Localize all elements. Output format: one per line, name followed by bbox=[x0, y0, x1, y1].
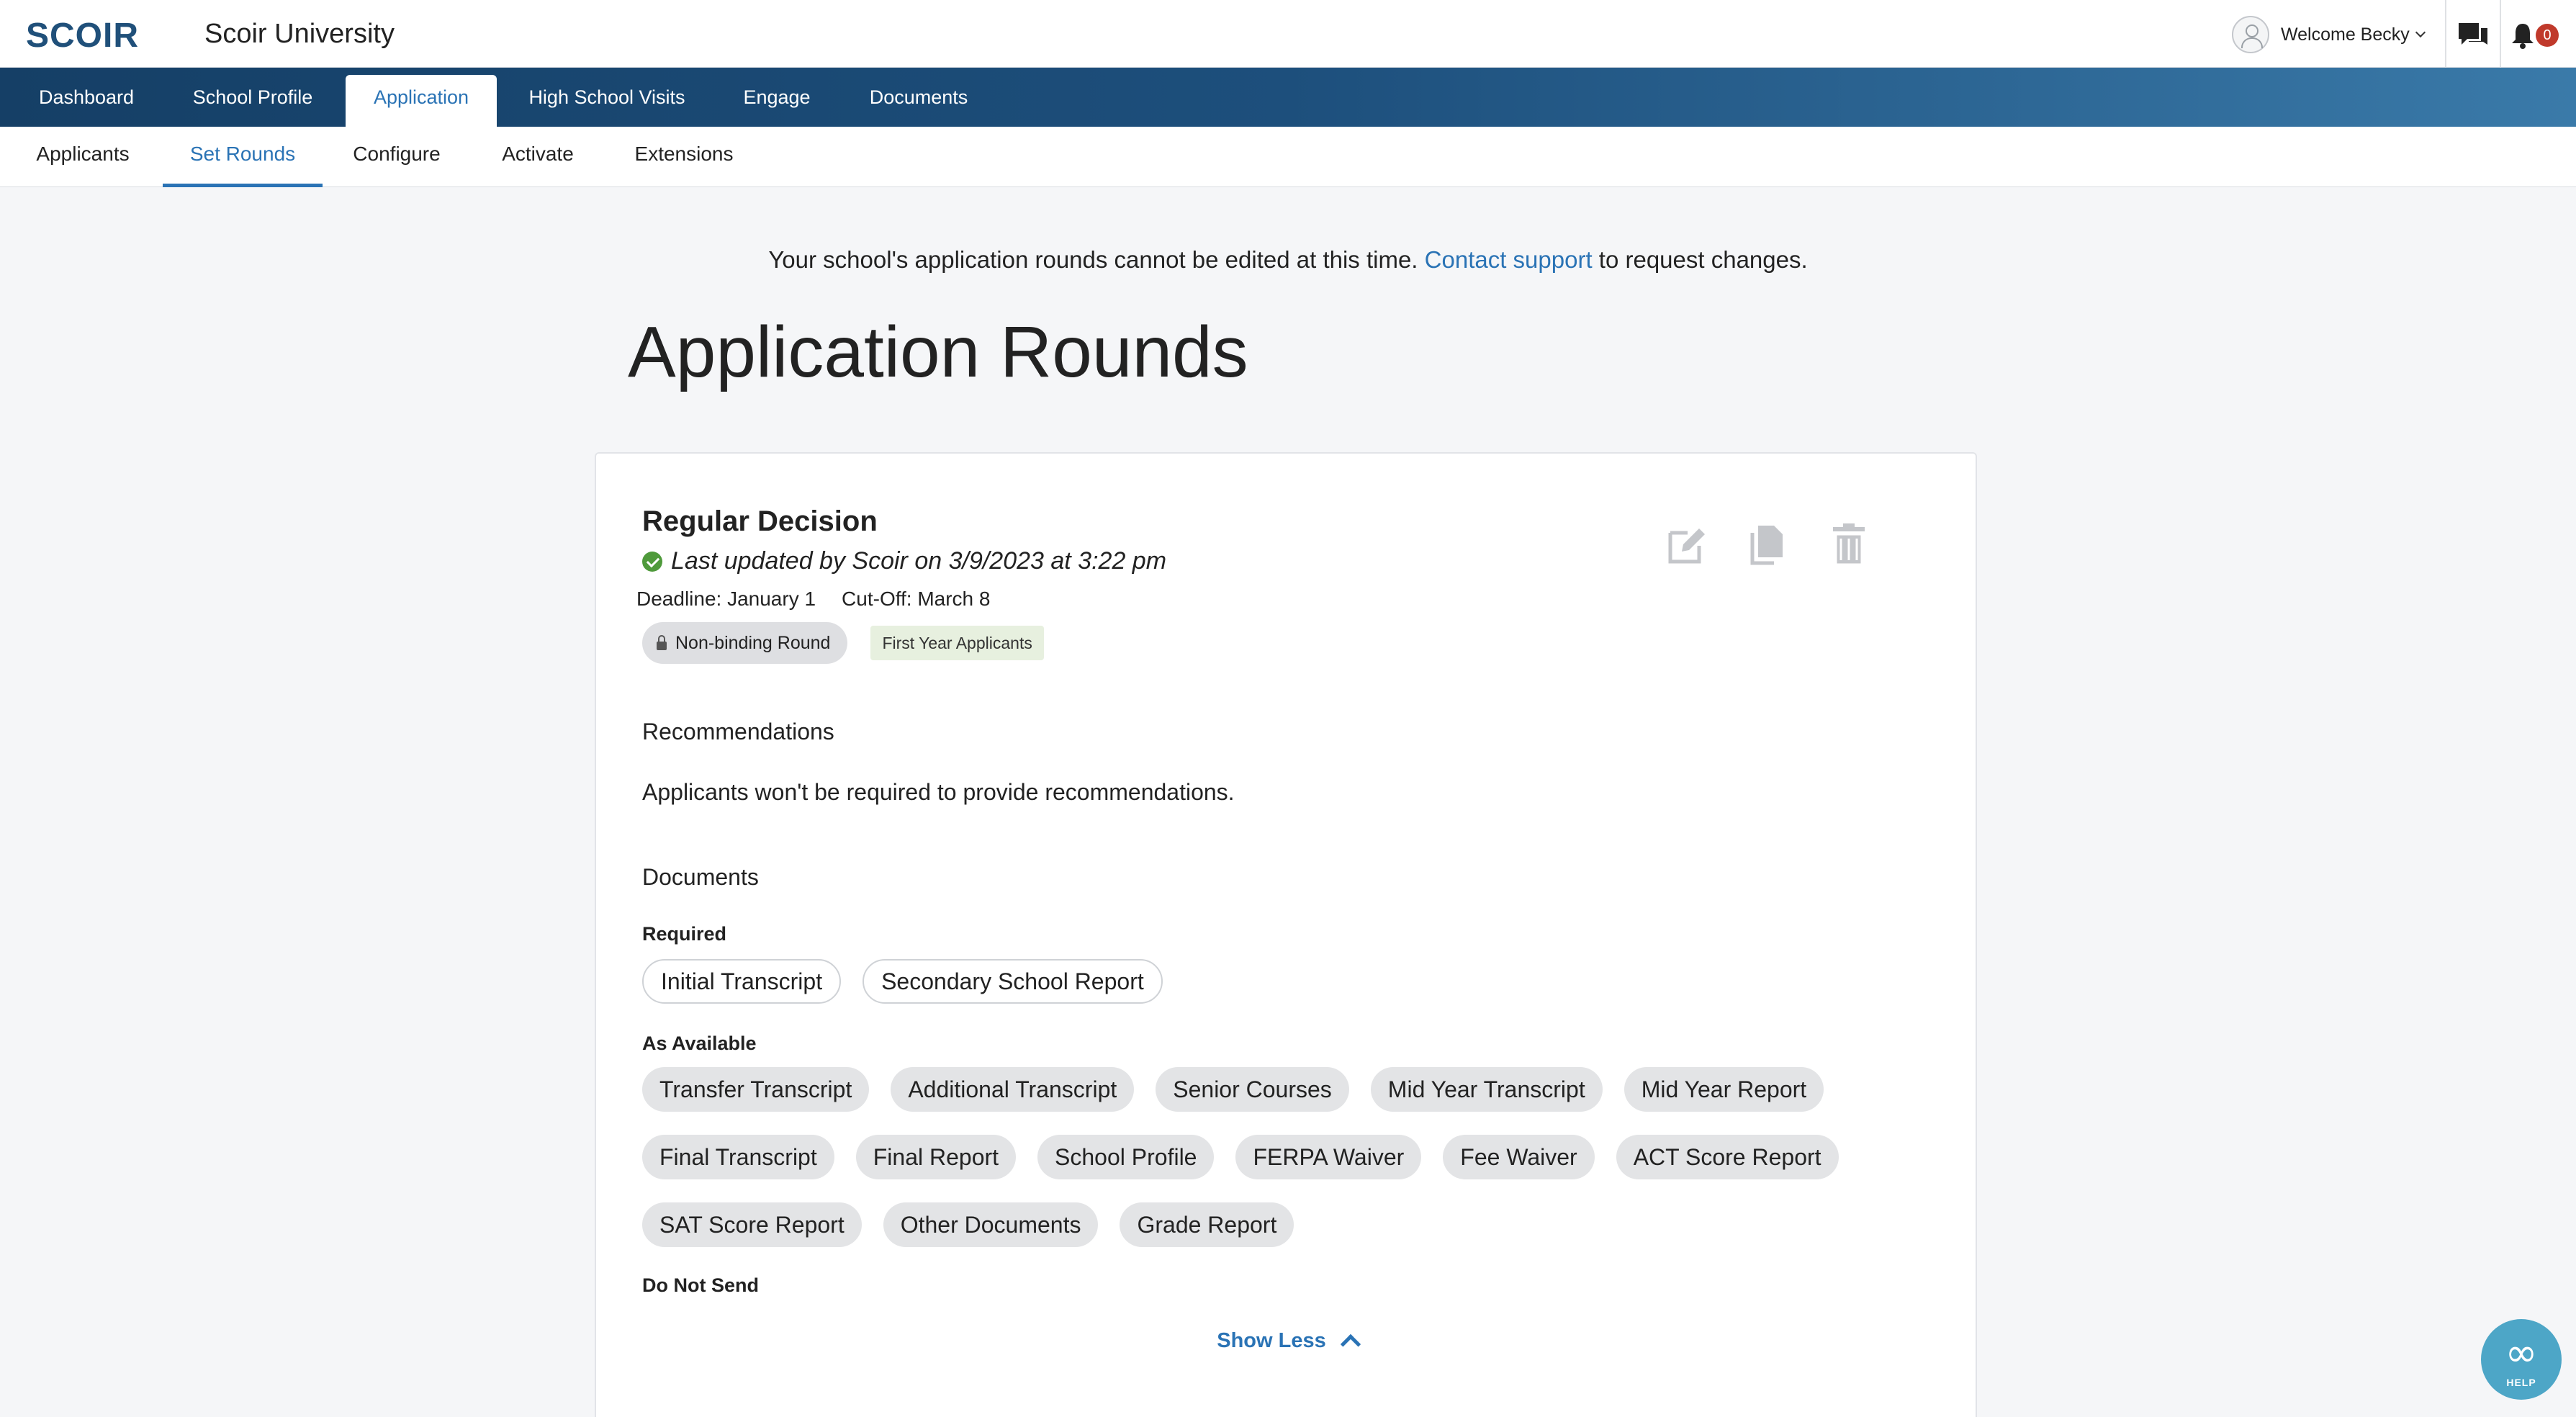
main-nav: Dashboard School Profile Application Hig… bbox=[0, 68, 2576, 127]
doc-chip: Final Transcript bbox=[642, 1135, 834, 1179]
university-name: Scoir University bbox=[204, 19, 395, 49]
as-available-docs-row: Final Transcript Final Report School Pro… bbox=[642, 1135, 1860, 1179]
round-card: Regular Decision Last updated by Scoir o… bbox=[595, 452, 1977, 1417]
chevron-down-icon bbox=[2415, 27, 2426, 38]
contact-support-link[interactable]: Contact support bbox=[1425, 246, 1593, 273]
subtab-set-rounds[interactable]: Set Rounds bbox=[163, 127, 323, 187]
header-divider bbox=[2445, 0, 2446, 68]
bell-icon[interactable] bbox=[2510, 22, 2535, 49]
doc-chip: Additional Transcript bbox=[891, 1067, 1135, 1112]
tab-dashboard[interactable]: Dashboard bbox=[22, 75, 151, 127]
doc-chip: Fee Waiver bbox=[1443, 1135, 1595, 1179]
binding-tag: Non-binding Round bbox=[642, 622, 848, 664]
required-docs: Initial Transcript Secondary School Repo… bbox=[642, 959, 1184, 1004]
sub-nav: Applicants Set Rounds Configure Activate… bbox=[0, 127, 2576, 187]
as-available-docs-row: SAT Score Report Other Documents Grade R… bbox=[642, 1202, 1315, 1247]
doc-chip: Secondary School Report bbox=[863, 959, 1163, 1004]
avatar-icon bbox=[2232, 16, 2269, 53]
page-title: Application Rounds bbox=[628, 312, 1248, 392]
round-tags: Non-binding Round First Year Applicants bbox=[642, 622, 1044, 664]
doc-chip: Other Documents bbox=[883, 1202, 1099, 1247]
trash-icon[interactable] bbox=[1829, 523, 1869, 566]
scoir-logo[interactable]: SCOIR bbox=[26, 16, 139, 55]
doc-chip: School Profile bbox=[1037, 1135, 1215, 1179]
last-updated: Last updated by Scoir on 3/9/2023 at 3:2… bbox=[642, 547, 1166, 575]
doc-chip: Final Report bbox=[855, 1135, 1017, 1179]
documents-heading: Documents bbox=[642, 864, 759, 890]
tab-school-profile[interactable]: School Profile bbox=[173, 75, 333, 127]
tab-engage[interactable]: Engage bbox=[727, 75, 827, 127]
show-less-label: Show Less bbox=[1217, 1329, 1326, 1352]
doc-chip: ACT Score Report bbox=[1616, 1135, 1839, 1179]
subtab-extensions[interactable]: Extensions bbox=[621, 127, 747, 187]
subtab-applicants[interactable]: Applicants bbox=[22, 127, 144, 187]
edit-icon[interactable] bbox=[1666, 523, 1706, 566]
notice-text-end: to request changes. bbox=[1598, 246, 1808, 273]
do-not-send-label: Do Not Send bbox=[642, 1274, 759, 1296]
doc-chip: Grade Report bbox=[1120, 1202, 1294, 1247]
welcome-text: Welcome Becky bbox=[2281, 24, 2410, 45]
applicant-type-tag: First Year Applicants bbox=[870, 626, 1044, 660]
round-name: Regular Decision bbox=[642, 505, 878, 537]
copy-icon[interactable] bbox=[1747, 523, 1787, 566]
notice-text: Your school's application rounds cannot … bbox=[768, 246, 1418, 273]
doc-chip: FERPA Waiver bbox=[1235, 1135, 1422, 1179]
deadline-text: Deadline: January 1 bbox=[636, 588, 816, 610]
check-circle-icon bbox=[642, 551, 662, 572]
doc-chip: Initial Transcript bbox=[642, 959, 842, 1004]
header-divider bbox=[2500, 0, 2501, 68]
doc-chip: Mid Year Report bbox=[1623, 1067, 1824, 1112]
lock-icon bbox=[657, 635, 667, 650]
doc-chip: SAT Score Report bbox=[642, 1202, 862, 1247]
tab-documents[interactable]: Documents bbox=[857, 75, 981, 127]
doc-chip: Senior Courses bbox=[1156, 1067, 1349, 1112]
subtab-configure[interactable]: Configure bbox=[338, 127, 455, 187]
edit-lock-notice: Your school's application rounds cannot … bbox=[0, 246, 2576, 274]
show-less-button[interactable]: Show Less bbox=[596, 1329, 1978, 1355]
chat-icon[interactable] bbox=[2459, 23, 2487, 48]
round-dates: Deadline: January 1 Cut-Off: March 8 bbox=[636, 588, 990, 611]
chevron-up-icon bbox=[1340, 1333, 1361, 1355]
help-label: HELP bbox=[2506, 1377, 2536, 1388]
notification-badge[interactable]: 0 bbox=[2536, 24, 2559, 47]
doc-chip: Mid Year Transcript bbox=[1370, 1067, 1603, 1112]
top-header: SCOIR Scoir University Welcome Becky 0 bbox=[0, 0, 2576, 68]
required-label: Required bbox=[642, 923, 727, 945]
doc-chip: Transfer Transcript bbox=[642, 1067, 870, 1112]
help-button[interactable]: ∞ HELP bbox=[2481, 1319, 2562, 1400]
infinity-icon: ∞ bbox=[2505, 1330, 2538, 1375]
recommendations-text: Applicants won't be required to provide … bbox=[642, 779, 1235, 805]
binding-tag-label: Non-binding Round bbox=[675, 632, 831, 653]
tab-high-school-visits[interactable]: High School Visits bbox=[511, 75, 703, 127]
as-available-label: As Available bbox=[642, 1033, 757, 1054]
subtab-activate[interactable]: Activate bbox=[490, 127, 586, 187]
tab-application[interactable]: Application bbox=[346, 75, 497, 127]
as-available-docs-row: Transfer Transcript Additional Transcrip… bbox=[642, 1067, 1845, 1112]
user-menu[interactable]: Welcome Becky bbox=[2232, 14, 2426, 55]
last-updated-text: Last updated by Scoir on 3/9/2023 at 3:2… bbox=[671, 547, 1167, 575]
cutoff-text: Cut-Off: March 8 bbox=[842, 588, 991, 610]
recommendations-heading: Recommendations bbox=[642, 719, 834, 745]
